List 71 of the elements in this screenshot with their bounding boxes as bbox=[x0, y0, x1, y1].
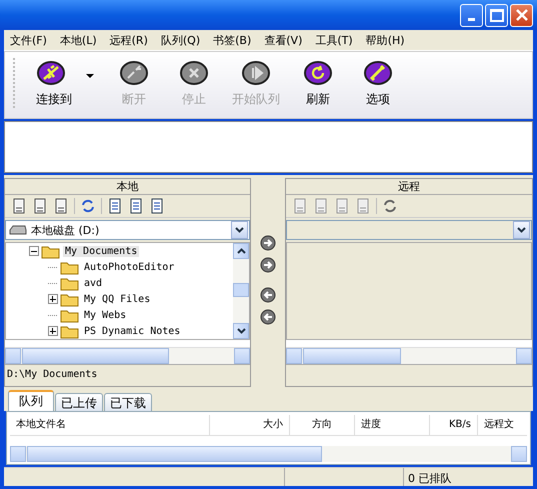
chevron-up-icon bbox=[236, 248, 246, 254]
left-arrow-button[interactable] bbox=[260, 287, 276, 303]
folder-icon bbox=[41, 244, 61, 258]
column-header[interactable]: KB/s bbox=[430, 415, 478, 435]
document-icon[interactable] bbox=[107, 198, 123, 214]
play-icon bbox=[241, 60, 271, 86]
drive-dropdown[interactable]: 本地磁盘 (D:) bbox=[5, 220, 250, 240]
folder-icon bbox=[60, 292, 80, 306]
menu-item[interactable]: 帮助(H) bbox=[360, 32, 412, 48]
menu-item[interactable]: 查看(V) bbox=[258, 32, 310, 48]
menu-item[interactable]: 工具(T) bbox=[309, 32, 360, 48]
toolbar-button[interactable]: 选项 bbox=[348, 58, 408, 108]
menu-item[interactable]: 远程(R) bbox=[104, 32, 155, 48]
panel-title: 本地 bbox=[5, 179, 250, 195]
queue-tab[interactable]: 队列 bbox=[8, 390, 54, 411]
toolbar-button[interactable]: 连接到 bbox=[26, 58, 104, 108]
panel-title: 远程 bbox=[286, 179, 532, 195]
close-icon bbox=[514, 8, 528, 22]
menu-item[interactable]: 队列(Q) bbox=[154, 32, 208, 48]
column-header[interactable]: 方向 bbox=[290, 415, 355, 435]
status-text: 0 已排队 bbox=[407, 471, 452, 487]
expander-toggle[interactable] bbox=[28, 246, 39, 256]
chevron-down-icon bbox=[236, 328, 246, 334]
column-header[interactable]: 大小 bbox=[210, 415, 290, 435]
tree-item[interactable]: PS Dynamic Notes bbox=[82, 326, 182, 336]
expander-toggle[interactable] bbox=[47, 326, 58, 336]
plug-icon bbox=[36, 60, 66, 86]
queue-tab[interactable]: 已下载 bbox=[104, 393, 152, 411]
wrench-icon bbox=[363, 60, 393, 86]
refresh-icon bbox=[303, 60, 333, 86]
left-arrow-button[interactable] bbox=[260, 309, 276, 325]
tree-item[interactable]: My QQ Files bbox=[82, 294, 152, 304]
chevron-down-icon bbox=[235, 227, 244, 233]
maximize-button[interactable] bbox=[485, 4, 508, 26]
close-button[interactable] bbox=[510, 4, 533, 26]
menu-item[interactable]: 文件(F) bbox=[4, 32, 54, 48]
stop-icon bbox=[179, 60, 209, 86]
right-arrow-button[interactable] bbox=[260, 235, 276, 251]
file-icon[interactable] bbox=[53, 198, 69, 214]
toolbar-button[interactable]: 刷新 bbox=[288, 58, 348, 108]
document-icon[interactable] bbox=[149, 198, 165, 214]
path-text: D:\My Documents bbox=[5, 364, 250, 385]
tree-item[interactable]: My Documents bbox=[63, 246, 140, 256]
horizontal-scrollbar[interactable] bbox=[286, 348, 532, 364]
document-icon[interactable] bbox=[128, 198, 144, 214]
right-arrow-button[interactable] bbox=[260, 257, 276, 273]
file-icon[interactable] bbox=[32, 198, 48, 214]
menu-item[interactable]: 书签(B) bbox=[207, 32, 258, 48]
column-header[interactable]: 本地文件名 bbox=[10, 415, 210, 435]
scroll-thumb[interactable] bbox=[233, 283, 250, 297]
chevron-down-icon bbox=[517, 227, 526, 233]
expander-toggle[interactable] bbox=[47, 294, 58, 304]
horizontal-scrollbar[interactable] bbox=[10, 446, 527, 462]
drive-icon bbox=[9, 225, 27, 235]
tree-item[interactable]: My Webs bbox=[82, 310, 128, 320]
refresh-icon[interactable] bbox=[80, 198, 96, 214]
disconnect-icon bbox=[119, 60, 149, 86]
file-icon[interactable] bbox=[11, 198, 27, 214]
folder-icon bbox=[60, 276, 80, 290]
queue-tab[interactable]: 已上传 bbox=[55, 393, 103, 411]
minimize-button[interactable] bbox=[460, 4, 483, 26]
folder-icon bbox=[60, 308, 80, 322]
tree-item[interactable]: AutoPhotoEditor bbox=[82, 262, 176, 272]
tree-item[interactable]: avd bbox=[82, 278, 104, 288]
horizontal-scrollbar[interactable] bbox=[5, 348, 250, 364]
column-header[interactable]: 远程文 bbox=[478, 415, 527, 435]
folder-icon bbox=[60, 260, 80, 274]
refresh-icon[interactable] bbox=[382, 198, 398, 214]
vertical-scrollbar[interactable] bbox=[233, 243, 250, 339]
menu-item[interactable]: 本地(L) bbox=[54, 32, 104, 48]
column-header[interactable]: 进度 bbox=[355, 415, 430, 435]
